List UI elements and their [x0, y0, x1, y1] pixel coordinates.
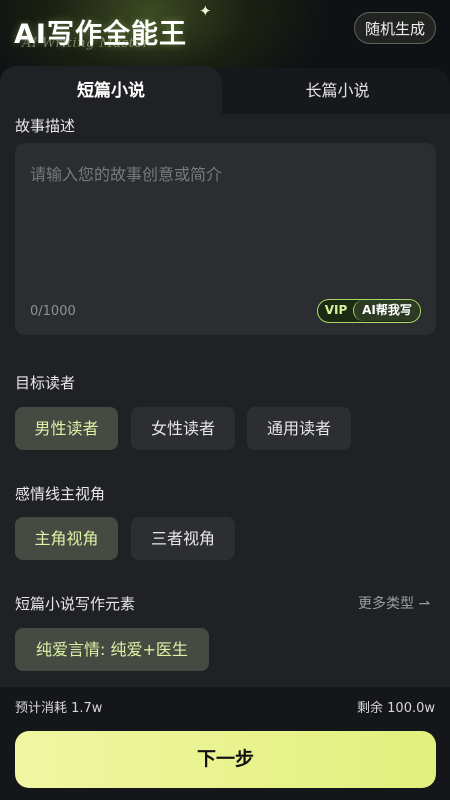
story-description-label: 故事描述	[15, 117, 76, 135]
app-logo-subtitle: AI Writing Master	[22, 36, 150, 51]
audience-option-male[interactable]: 男性读者	[15, 407, 118, 450]
estimated-cost: 预计消耗 1.7w	[15, 701, 103, 716]
story-description-input[interactable]: 请输入您的故事创意或简介 0/1000 VIP AI帮我写	[15, 143, 436, 335]
ai-write-button[interactable]: VIP AI帮我写	[317, 299, 421, 323]
sparkle-icon: ✦	[199, 2, 212, 20]
next-step-button[interactable]: 下一步	[15, 731, 436, 788]
remaining-balance: 剩余 100.0w	[357, 701, 435, 716]
character-counter: 0/1000	[30, 304, 76, 319]
story-placeholder: 请输入您的故事创意或简介	[30, 165, 223, 184]
writing-elements-label: 短篇小说写作元素	[15, 595, 136, 613]
perspective-option-third-party[interactable]: 三者视角	[131, 517, 235, 560]
vip-badge: VIP	[324, 303, 348, 317]
writing-element-chip[interactable]: 纯爱言情: 纯爱+医生	[15, 628, 209, 671]
ai-help-label: AI帮我写	[353, 300, 420, 321]
perspective-label: 感情线主视角	[15, 485, 106, 503]
random-generate-button[interactable]: 随机生成	[354, 12, 436, 44]
bottom-bar: 预计消耗 1.7w 剩余 100.0w 下一步	[0, 687, 450, 800]
more-types-link[interactable]: 更多类型 ⇀	[358, 593, 430, 613]
audience-option-female[interactable]: 女性读者	[131, 407, 235, 450]
novel-type-tabs: 短篇小说 长篇小说	[0, 66, 450, 118]
perspective-option-protagonist[interactable]: 主角视角	[15, 517, 118, 560]
target-audience-label: 目标读者	[15, 374, 76, 392]
tab-short-novel[interactable]: 短篇小说	[0, 66, 222, 118]
tab-long-novel[interactable]: 长篇小说	[225, 66, 450, 118]
audience-option-general[interactable]: 通用读者	[247, 407, 351, 450]
